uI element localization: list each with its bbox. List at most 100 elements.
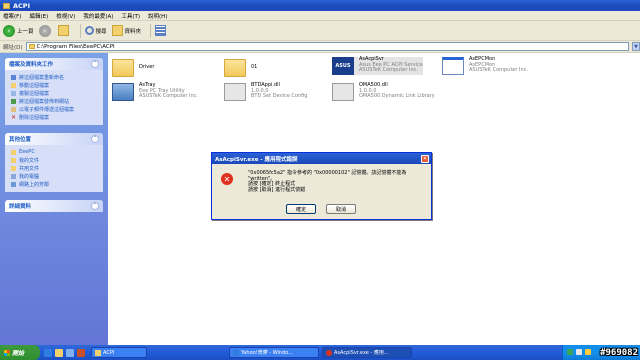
up-folder-button[interactable] (57, 25, 71, 36)
network-icon (11, 181, 16, 187)
file-item-asacpisvr[interactable]: ASUS AsAcpiSvr Asus Eee PC ACPI Service … (332, 56, 423, 75)
expand-icon[interactable]: ˅ (91, 202, 99, 210)
back-label: 上一頁 (17, 28, 34, 35)
folders-label: 資料夾 (124, 28, 142, 35)
dialog-titlebar[interactable]: AsAcpiSvr.exe - 應用程式錯誤 ✕ (212, 153, 431, 164)
menu-view[interactable]: 檢視(V) (56, 12, 75, 20)
file-item-astray[interactable]: AsTray Eee PC Tray Utility ASUSTeK Compu… (112, 82, 198, 101)
folder-icon (3, 2, 10, 9)
explorer-icon[interactable] (55, 348, 63, 357)
back-button[interactable]: ‹ 上一頁 (3, 24, 34, 37)
forward-button[interactable]: › (38, 24, 53, 37)
delete-icon: ✕ (11, 113, 17, 121)
dialog-title: AsAcpiSvr.exe - 應用程式錯誤 (215, 156, 298, 163)
error-dialog: AsAcpiSvr.exe - 應用程式錯誤 ✕ ✕ "0x0065fc5a2"… (211, 152, 432, 220)
place-shared-documents[interactable]: 共用文件 (11, 164, 99, 172)
folders-icon (111, 25, 123, 36)
error-icon: ✕ (221, 173, 233, 185)
tray-icon[interactable] (567, 349, 573, 355)
ie-icon (233, 349, 239, 356)
address-field[interactable]: C:\Program Files\EeePC\ACPI (25, 42, 629, 51)
views-icon (155, 25, 167, 36)
task-copy[interactable]: 複製這個檔案 (11, 89, 99, 97)
menu-file[interactable]: 檔案(F) (3, 12, 21, 20)
task-delete[interactable]: ✕ 刪除這個檔案 (11, 113, 99, 121)
search-label: 搜尋 (95, 28, 107, 35)
address-bar: 網址(D) C:\Program Files\EeePC\ACPI ▼ (0, 41, 640, 53)
start-button[interactable]: 開始 (0, 345, 40, 360)
task-move[interactable]: 移動這個檔案 (11, 81, 99, 89)
taskbar-button-acpi[interactable]: ACPI (91, 347, 147, 358)
task-pane: 檔案及資料夾工作 ˄ 將這個檔案重新命名 移動這個檔案 複製這個檔案 將這個檔案… (0, 53, 108, 345)
other-places-panel: 其他位置 ˄ EeePC 我的文件 共用文件 我的電腦 網路上的芳鄰 (5, 133, 103, 192)
quick-launch (44, 348, 88, 357)
task-rename[interactable]: 將這個檔案重新命名 (11, 73, 99, 81)
cancel-button[interactable]: 取消 (326, 204, 356, 214)
menu-bar: 檔案(F) 編輯(E) 檢視(V) 我的最愛(A) 工具(T) 說明(H) (0, 11, 640, 21)
shared-folder-icon (11, 165, 16, 171)
window-title: ACPI (13, 1, 30, 10)
dialog-hints: 請按 [確定] 終止程式 請按 [取消] 進行程式偵錯 (248, 181, 306, 193)
address-dropdown-button[interactable]: ▼ (632, 42, 640, 51)
menu-edit[interactable]: 編輯(E) (29, 12, 48, 20)
tray-icon[interactable] (576, 349, 582, 355)
email-icon (11, 106, 16, 112)
tray-app-icon (112, 83, 134, 101)
details-title: 詳細資料 (9, 204, 32, 210)
menu-help[interactable]: 說明(H) (148, 12, 167, 20)
ok-button[interactable]: 確定 (286, 204, 316, 214)
file-item-asepcmon[interactable]: AsEPCMon AsEPCMon ASUSTeK Computer Inc. (442, 56, 528, 75)
folder-icon (28, 44, 35, 49)
collapse-icon[interactable]: ˄ (91, 135, 99, 143)
documents-icon (11, 157, 16, 163)
other-places-header[interactable]: 其他位置 ˄ (5, 133, 103, 145)
taskbar-button-yahoo[interactable]: Yahoo!奇摩 - Windo... (229, 347, 319, 358)
folder-icon (224, 59, 246, 77)
collapse-icon[interactable]: ˄ (91, 60, 99, 68)
computer-icon (11, 173, 16, 179)
back-arrow-icon: ‹ (3, 24, 15, 37)
task-email[interactable]: 以電子郵件傳送這個檔案 (11, 105, 99, 113)
place-my-documents[interactable]: 我的文件 (11, 156, 99, 164)
task-publish[interactable]: 將這個檔案發佈到網站 (11, 97, 99, 105)
file-item-driver[interactable]: Driver (112, 59, 154, 77)
file-item-01[interactable]: 01 (224, 59, 257, 77)
folder-icon (11, 149, 16, 155)
tray-icon[interactable] (585, 349, 591, 355)
address-label: 網址(D) (3, 44, 23, 51)
details-header[interactable]: 詳細資料 ˅ (5, 200, 103, 212)
file-item-oma500[interactable]: OMA500.dll 1.0.0.0 OMA500 Dynamic Link L… (332, 82, 435, 101)
window-titlebar[interactable]: ACPI (0, 0, 640, 11)
dll-gear-icon (332, 83, 354, 101)
file-item-btdappi[interactable]: BTDAppi.dll 1.0.0.0 BTD Set Device Confi… (224, 82, 307, 101)
folders-button[interactable]: 資料夾 (111, 25, 142, 36)
media-player-icon[interactable] (77, 348, 85, 357)
error-icon (326, 349, 332, 356)
place-eeepc[interactable]: EeePC (11, 148, 99, 156)
place-my-computer[interactable]: 我的電腦 (11, 172, 99, 180)
toolbar-separator (150, 23, 152, 38)
menu-tools[interactable]: 工具(T) (121, 12, 140, 20)
views-button[interactable] (155, 25, 168, 36)
toolbar-separator (79, 23, 81, 38)
close-icon[interactable]: ✕ (421, 154, 429, 163)
up-folder-icon (57, 25, 69, 36)
application-window-icon (442, 57, 464, 75)
dll-gear-icon (224, 83, 246, 101)
menu-favorites[interactable]: 我的最愛(A) (83, 12, 113, 20)
search-button[interactable]: 搜尋 (84, 26, 107, 35)
ie-icon[interactable] (44, 348, 52, 357)
forward-arrow-icon: › (38, 24, 51, 37)
move-icon (11, 82, 16, 88)
place-network[interactable]: 網路上的芳鄰 (11, 180, 99, 188)
toolbar: ‹ 上一頁 › 搜尋 資料夾 (0, 21, 640, 41)
asus-app-icon: ASUS (332, 57, 354, 75)
watermark-text: #969082 (600, 348, 638, 358)
details-panel: 詳細資料 ˅ (5, 200, 103, 212)
file-tasks-title: 檔案及資料夾工作 (9, 62, 54, 68)
windows-logo-icon (4, 349, 10, 356)
taskbar-button-asacpisvr[interactable]: AsAcpiSvr.exe - 應用... (322, 347, 412, 358)
show-desktop-icon[interactable] (66, 348, 74, 357)
file-tasks-header[interactable]: 檔案及資料夾工作 ˄ (5, 58, 103, 70)
folder-icon (95, 349, 101, 356)
